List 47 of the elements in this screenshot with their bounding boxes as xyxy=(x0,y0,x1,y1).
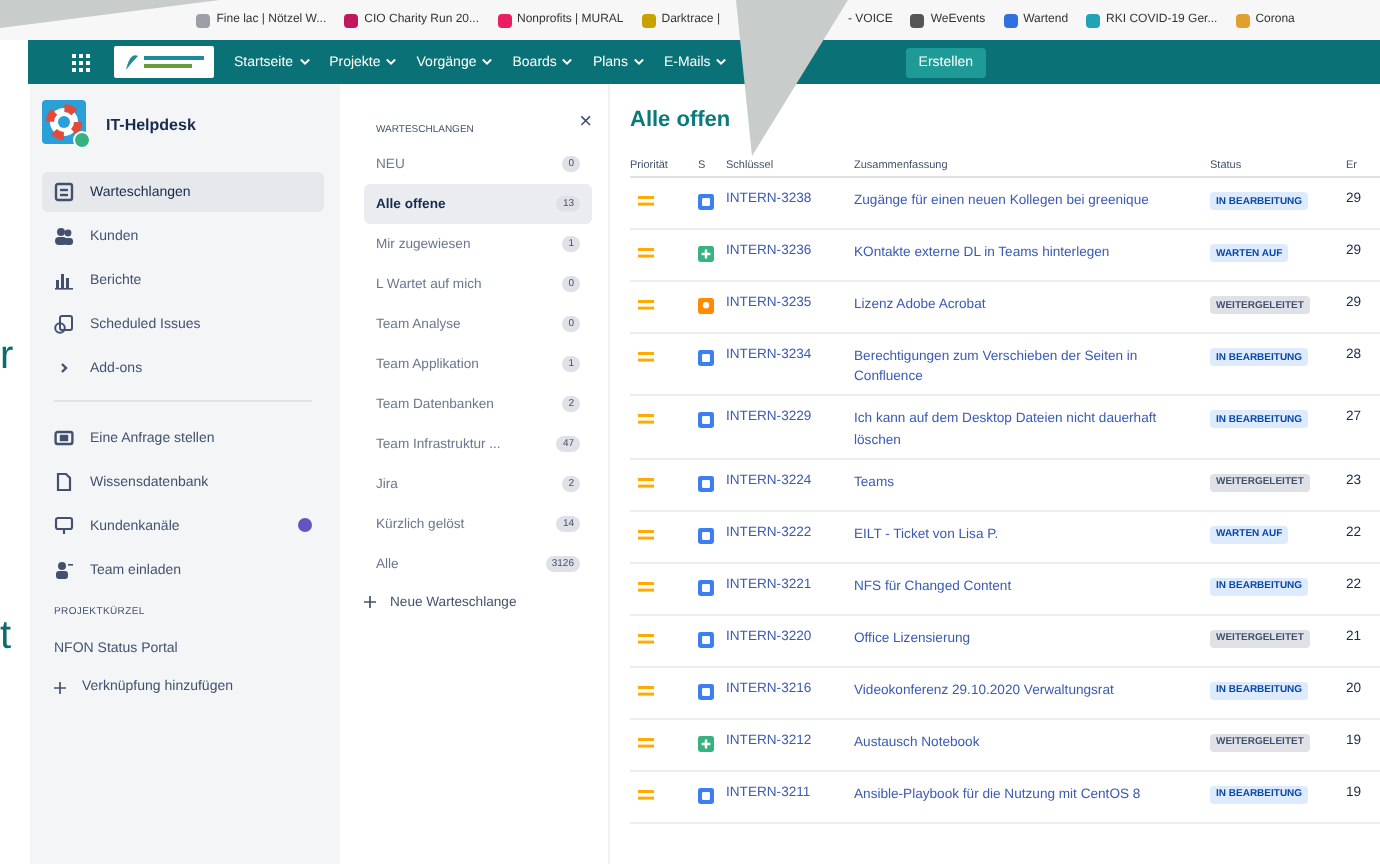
close-icon[interactable]: × xyxy=(579,110,592,134)
logo-icon[interactable] xyxy=(114,46,214,78)
priority-medium-icon xyxy=(638,789,654,800)
caret-icon xyxy=(633,58,644,66)
plus-type-icon xyxy=(698,246,714,262)
request-type-icon xyxy=(698,787,714,804)
request-type-icon xyxy=(698,350,714,366)
request-type-icon xyxy=(698,527,714,544)
priority-medium-icon xyxy=(638,248,654,258)
caret-icon xyxy=(716,58,727,66)
document-icon xyxy=(54,472,74,492)
request-type-icon xyxy=(698,475,714,492)
priority-medium-icon xyxy=(638,300,654,310)
priority-medium-icon xyxy=(638,196,654,206)
priority-medium-icon xyxy=(638,633,654,644)
priority-medium-icon xyxy=(638,737,654,748)
monitor-icon xyxy=(54,516,74,536)
request-type-icon xyxy=(698,683,714,700)
lifebuoy-icon xyxy=(42,100,90,148)
request-type-icon xyxy=(698,631,714,648)
plus-icon xyxy=(364,596,376,608)
project-name: IT-Helpdesk xyxy=(106,115,196,133)
screen-icon xyxy=(54,428,74,448)
caret-icon xyxy=(386,58,397,66)
request-type-icon xyxy=(698,194,714,210)
list-icon xyxy=(54,182,74,202)
priority-medium-icon xyxy=(638,529,654,540)
request-type-icon xyxy=(698,579,714,596)
caret-icon xyxy=(299,58,310,66)
caret-icon xyxy=(482,58,493,66)
request-type-icon xyxy=(698,412,714,429)
priority-medium-icon xyxy=(638,477,654,488)
app-grid-icon[interactable] xyxy=(72,53,90,71)
lightbulb-type-icon xyxy=(698,298,714,314)
priority-medium-icon xyxy=(638,685,654,696)
priority-medium-icon xyxy=(638,352,654,362)
slide-text-fragment: r xyxy=(0,334,14,380)
caret-icon xyxy=(562,58,573,66)
priority-medium-icon xyxy=(638,581,654,592)
add-person-icon xyxy=(54,560,74,580)
plus-icon xyxy=(54,681,66,693)
priority-medium-icon xyxy=(638,414,654,425)
slide-text-fragment: t xyxy=(0,614,12,660)
bar-chart-icon xyxy=(54,270,74,290)
people-icon xyxy=(54,226,74,246)
plus-type-icon xyxy=(698,735,714,752)
page-title: Alle offen xyxy=(630,108,733,132)
